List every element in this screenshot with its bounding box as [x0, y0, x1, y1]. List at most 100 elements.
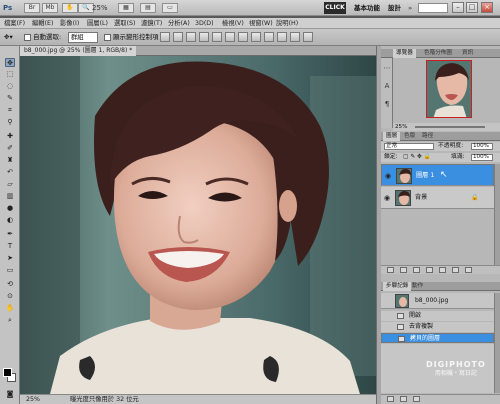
- visibility-eye-icon[interactable]: ◉: [384, 172, 392, 180]
- close-button[interactable]: ×: [481, 2, 493, 13]
- opacity-field[interactable]: 100%: [471, 143, 493, 150]
- arrange-documents-button[interactable]: ▤: [140, 3, 156, 13]
- align-right-icon[interactable]: [225, 32, 235, 42]
- workspace-essentials[interactable]: 基本功能: [354, 2, 380, 14]
- foreground-color-swatch[interactable]: [3, 368, 12, 377]
- eyedropper-tool-icon[interactable]: ⚲: [5, 118, 15, 127]
- delete-state-icon[interactable]: [413, 396, 420, 402]
- snapshot-icon[interactable]: [400, 396, 407, 402]
- history-scrollbar[interactable]: [494, 293, 500, 393]
- visibility-eye-icon[interactable]: ◉: [383, 194, 391, 202]
- zoom-tool-icon[interactable]: ⌕: [5, 316, 15, 325]
- bridge-button[interactable]: Br: [24, 3, 40, 13]
- layer-row-background[interactable]: ◉ 背景 🔒: [381, 187, 494, 209]
- history-step-open[interactable]: 開啟: [381, 311, 494, 321]
- layer-row-1[interactable]: ◉ 圖層 1 ↖: [381, 164, 494, 186]
- tab-actions[interactable]: 動作: [409, 282, 426, 291]
- align-top-icon[interactable]: [160, 32, 170, 42]
- distribute-vcenter-icon[interactable]: [251, 32, 261, 42]
- navigator-zoom[interactable]: 25%: [395, 123, 407, 131]
- eraser-tool-icon[interactable]: ▱: [5, 180, 15, 189]
- document-canvas[interactable]: [20, 56, 376, 394]
- menu-layer[interactable]: 圖層(L): [87, 18, 108, 29]
- view-extras-button[interactable]: ▦: [118, 3, 134, 13]
- quick-select-tool-icon[interactable]: ✎: [5, 94, 15, 103]
- history-step-copy[interactable]: 去背複製: [381, 322, 494, 332]
- tab-history[interactable]: 步驟記錄: [383, 282, 412, 291]
- layers-scrollbar[interactable]: [494, 164, 500, 265]
- status-zoom[interactable]: 25%: [26, 395, 40, 404]
- menu-3d[interactable]: 3D(D): [195, 18, 214, 29]
- history-brush-tool-icon[interactable]: ↶: [5, 168, 15, 177]
- status-info[interactable]: 曝光度只像用於 32 位元: [70, 395, 139, 404]
- tab-histogram[interactable]: 色階分佈圖: [421, 49, 455, 58]
- layer-mask-icon[interactable]: [413, 267, 420, 273]
- history-snapshot[interactable]: b8_000.jpg: [381, 293, 494, 309]
- minibridge-button[interactable]: Mb: [42, 3, 58, 13]
- maximize-button[interactable]: □: [466, 2, 478, 13]
- search-field[interactable]: [418, 3, 448, 13]
- crop-tool-icon[interactable]: ⌗: [5, 106, 15, 115]
- workspace-more[interactable]: »: [408, 2, 412, 14]
- menu-analysis[interactable]: 分析(A): [168, 18, 190, 29]
- menu-filter[interactable]: 濾鏡(T): [141, 18, 162, 29]
- tab-info[interactable]: 資訊: [459, 49, 476, 58]
- distribute-left-icon[interactable]: [277, 32, 287, 42]
- brush-tool-icon[interactable]: ✐: [5, 144, 15, 153]
- distribute-right-icon[interactable]: [303, 32, 313, 42]
- tab-channels[interactable]: 色版: [401, 132, 418, 141]
- brush-preset-icon[interactable]: ⋯: [383, 64, 391, 72]
- dodge-tool-icon[interactable]: ◐: [5, 216, 15, 225]
- menu-view[interactable]: 檢視(V): [222, 18, 244, 29]
- clone-stamp-tool-icon[interactable]: ♜: [5, 156, 15, 165]
- gradient-tool-icon[interactable]: ▥: [5, 192, 15, 201]
- fill-field[interactable]: 100%: [471, 154, 493, 161]
- menu-help[interactable]: 說明(H): [276, 18, 298, 29]
- tab-paths[interactable]: 路徑: [419, 132, 436, 141]
- path-select-tool-icon[interactable]: ➤: [5, 254, 15, 263]
- click-button[interactable]: CLICK: [324, 2, 346, 14]
- tab-layers[interactable]: 圖層: [383, 132, 401, 141]
- menu-file[interactable]: 檔案(F): [4, 18, 25, 29]
- menu-select[interactable]: 選取(S): [114, 18, 136, 29]
- distribute-bottom-icon[interactable]: [264, 32, 274, 42]
- navigator-preview[interactable]: [426, 60, 472, 118]
- show-transform-checkbox[interactable]: [104, 34, 111, 41]
- menu-window[interactable]: 視窗(W): [249, 18, 273, 29]
- quick-mask-icon[interactable]: ◙: [5, 390, 15, 399]
- shape-tool-icon[interactable]: ▭: [5, 266, 15, 275]
- lock-icons[interactable]: ▢ ✎ ✥ 🔒: [403, 153, 431, 162]
- menu-image[interactable]: 影像(I): [60, 18, 79, 29]
- history-step-layer-copy[interactable]: ✐ 拷貝的圖層: [381, 333, 494, 343]
- minimize-button[interactable]: –: [452, 2, 464, 13]
- layer-name[interactable]: 圖層 1: [416, 165, 434, 187]
- new-document-icon[interactable]: [387, 396, 394, 402]
- blur-tool-icon[interactable]: ●: [5, 204, 15, 213]
- layer-name[interactable]: 背景: [415, 187, 427, 209]
- align-vcenter-icon[interactable]: [173, 32, 183, 42]
- hand-tool-button[interactable]: ✋: [62, 3, 78, 13]
- type-tool-icon[interactable]: T: [5, 242, 15, 251]
- auto-select-dropdown[interactable]: 群組: [68, 32, 98, 43]
- tab-navigator[interactable]: 導覽器: [393, 49, 416, 58]
- delete-layer-icon[interactable]: [465, 267, 472, 273]
- pen-tool-icon[interactable]: ✒: [5, 230, 15, 239]
- distribute-hcenter-icon[interactable]: [290, 32, 300, 42]
- layer-style-icon[interactable]: [400, 267, 407, 273]
- menu-edit[interactable]: 編輯(E): [32, 18, 54, 29]
- 3d-orbit-tool-icon[interactable]: ⊙: [5, 292, 15, 301]
- new-group-icon[interactable]: [439, 267, 446, 273]
- character-icon[interactable]: A: [383, 82, 391, 90]
- distribute-top-icon[interactable]: [238, 32, 248, 42]
- document-tab[interactable]: b8_000.jpg @ 25% (圖層 1, RGB/8) *: [20, 46, 137, 56]
- 3d-rotate-tool-icon[interactable]: ⟲: [5, 280, 15, 289]
- auto-select-checkbox[interactable]: [24, 34, 31, 41]
- paragraph-icon[interactable]: ¶: [383, 100, 391, 108]
- lasso-tool-icon[interactable]: ◌: [5, 82, 15, 91]
- hand-tool-icon[interactable]: ✋: [5, 304, 15, 313]
- zoom-level[interactable]: 25%: [92, 2, 108, 14]
- screen-mode-button[interactable]: ▭: [162, 3, 178, 13]
- move-tool-icon[interactable]: ✥: [5, 58, 15, 67]
- adjustment-layer-icon[interactable]: [426, 267, 433, 273]
- new-layer-icon[interactable]: [452, 267, 459, 273]
